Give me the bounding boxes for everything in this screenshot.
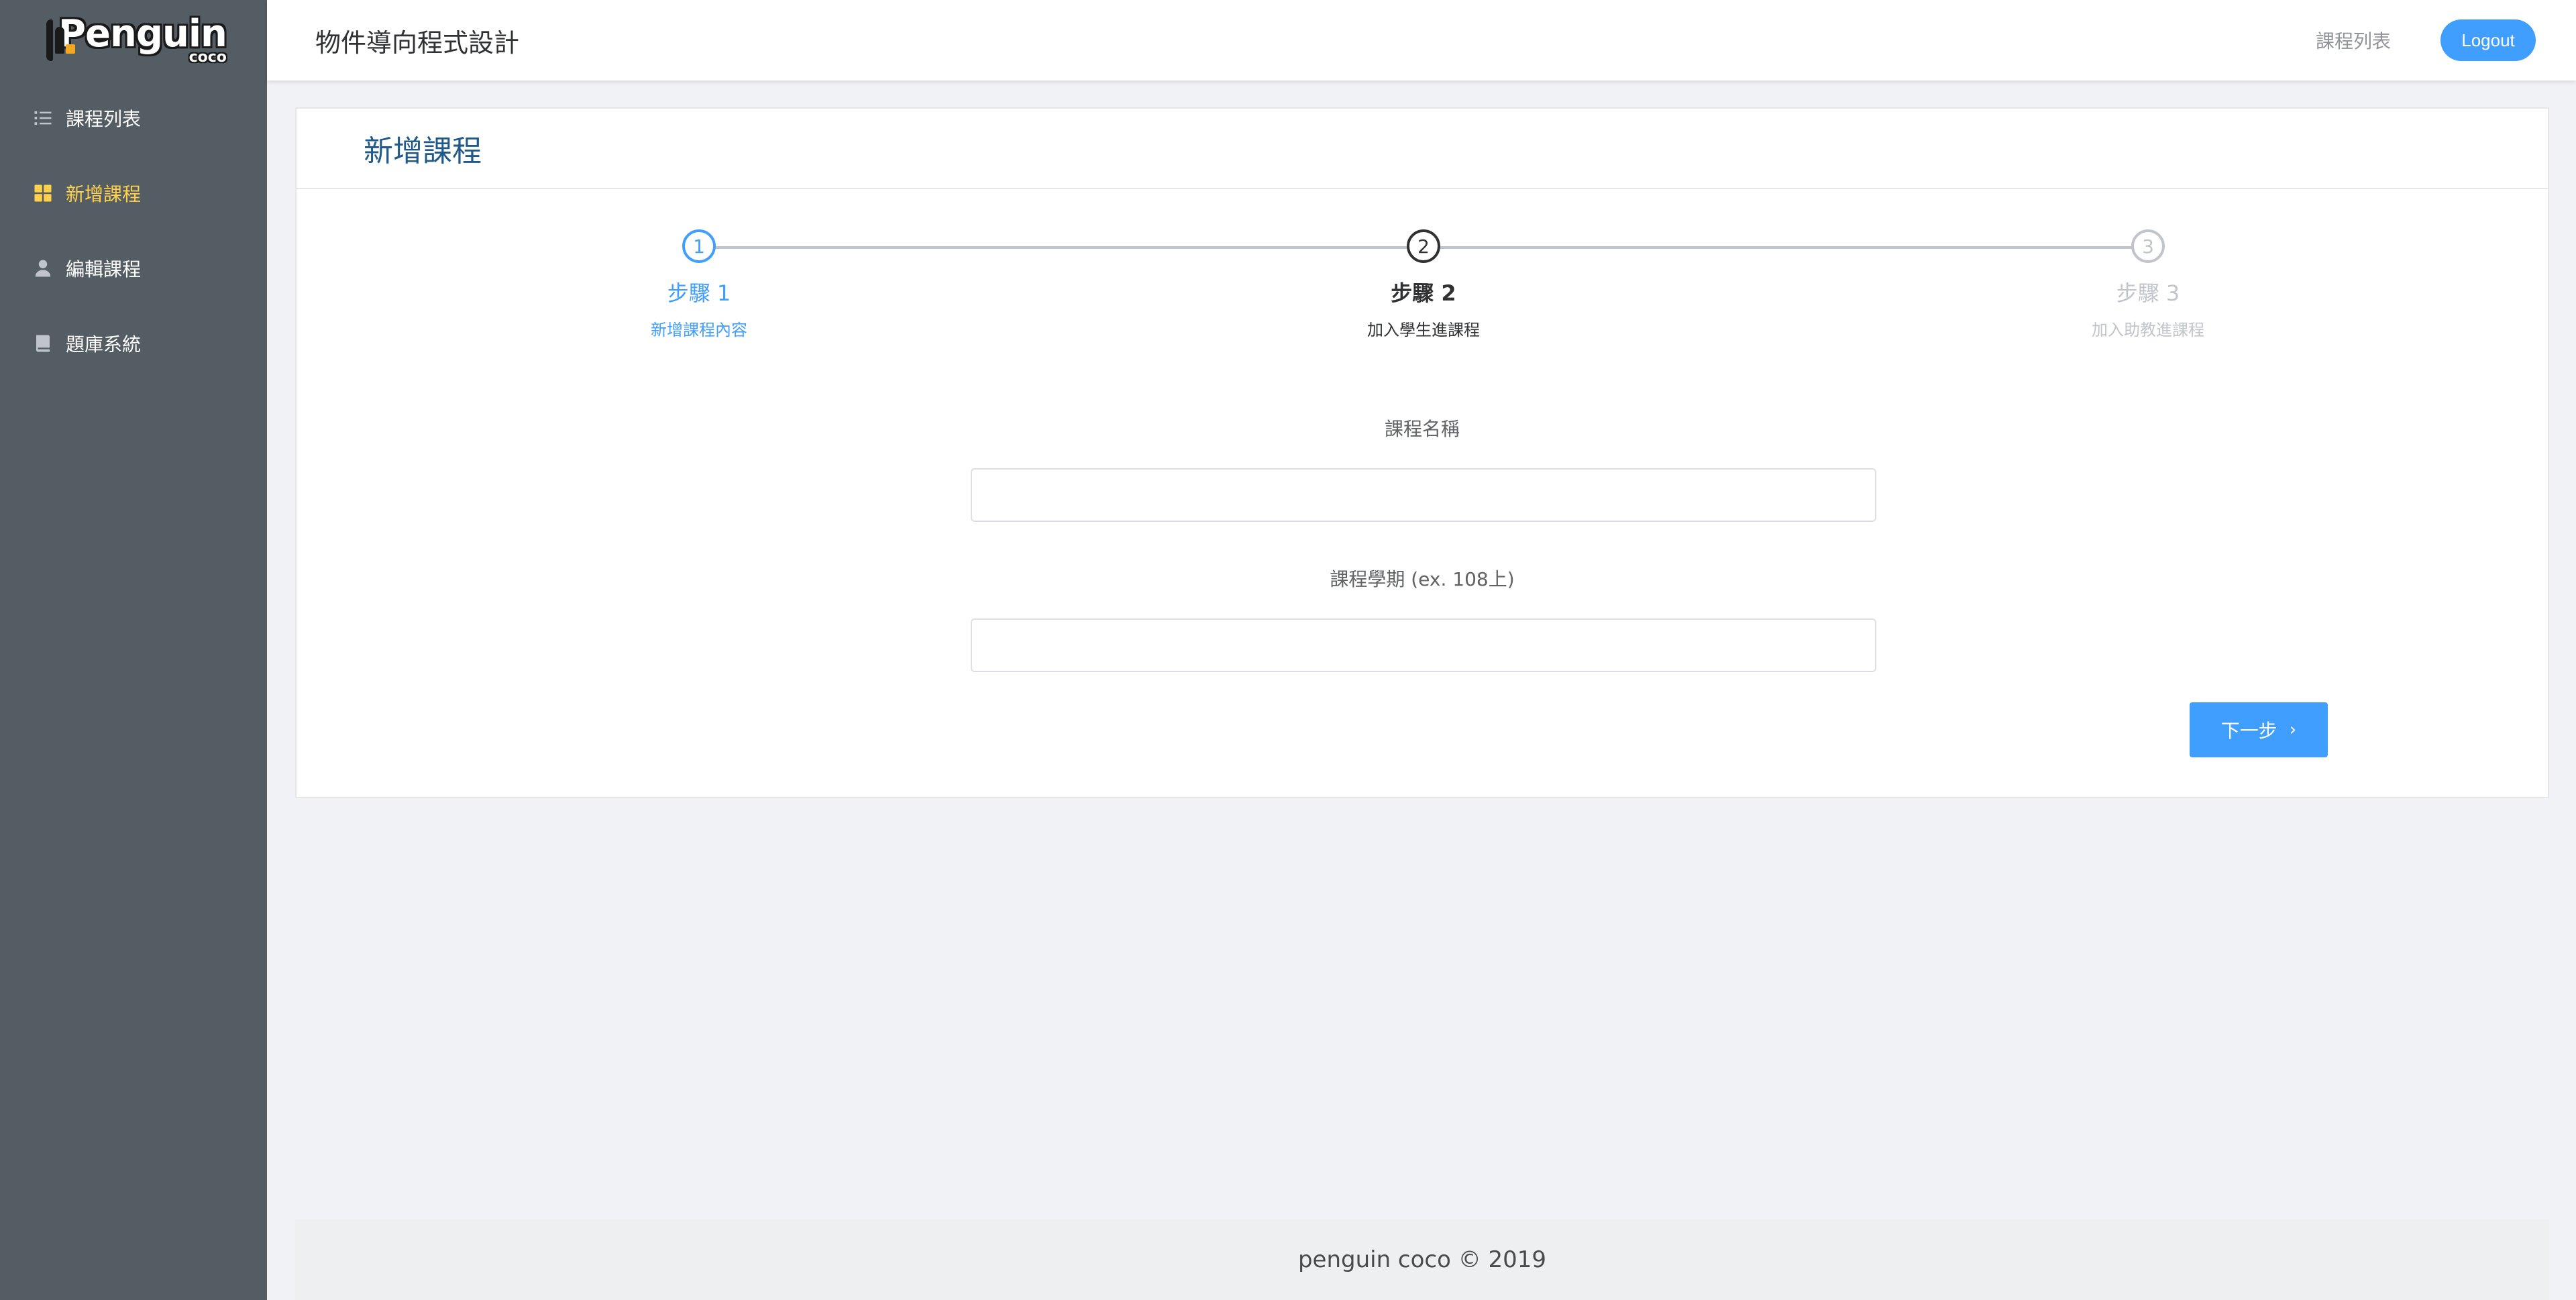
sidebar-item-edit-course[interactable]: 編輯課程 — [0, 231, 267, 306]
card-header: 新增課程 — [297, 109, 2548, 189]
logo-subtitle: coco — [189, 49, 227, 66]
grid-icon — [32, 182, 54, 204]
sidebar-menu: 課程列表 新增課程 編輯課程 題庫系統 — [0, 80, 267, 381]
step-description: 加入助教進課程 — [2092, 321, 2204, 339]
step-description: 新增課程內容 — [651, 321, 747, 339]
step-number: 1 — [682, 229, 716, 263]
step-3: 3 步驟 3 加入助教進課程 — [2047, 229, 2249, 340]
top-header: 物件導向程式設計 課程列表 Logout — [267, 0, 2576, 80]
sidebar-item-add-course[interactable]: 新增課程 — [0, 156, 267, 231]
step-number: 3 — [2131, 229, 2165, 263]
logout-button[interactable]: Logout — [2440, 19, 2536, 61]
step-title: 步驟 3 — [2116, 280, 2180, 306]
step-description: 加入學生進課程 — [1367, 321, 1480, 339]
page-title: 物件導向程式設計 — [315, 28, 520, 58]
step-number: 2 — [1407, 229, 1440, 263]
sidebar-item-course-list[interactable]: 課程列表 — [0, 80, 267, 156]
next-step-button[interactable]: 下一步 › — [2190, 702, 2328, 757]
course-name-label: 課程名稱 — [1384, 418, 1460, 440]
steps: 1 步驟 1 新增課程內容 2 步驟 2 加入學生進課程 3 步驟 3 加入助教… — [297, 229, 2548, 340]
step-connector — [699, 246, 1424, 249]
sidebar-item-label: 課程列表 — [66, 108, 142, 130]
next-step-label: 下一步 — [2220, 720, 2277, 742]
logo[interactable]: Penguin coco — [0, 0, 267, 80]
sidebar-item-question-bank[interactable]: 題庫系統 — [0, 306, 267, 381]
step-title: 步驟 1 — [667, 280, 731, 306]
course-term-input[interactable] — [971, 618, 1876, 672]
footer: penguin coco © 2019 — [295, 1220, 2549, 1300]
sidebar-item-label: 題庫系統 — [66, 333, 142, 356]
step-title: 步驟 2 — [1391, 280, 1456, 306]
user-icon — [32, 258, 54, 279]
sidebar-item-label: 新增課程 — [66, 183, 142, 205]
add-course-card: 新增課程 1 步驟 1 新增課程內容 2 步驟 2 加入學生進課程 3 步驟 3… — [295, 107, 2549, 798]
step-2: 2 步驟 2 加入學生進課程 — [1323, 229, 1524, 340]
step-1: 1 步驟 1 新增課程內容 — [598, 229, 800, 340]
sidebar: Penguin coco 課程列表 新增課程 編輯課程 題庫系統 — [0, 0, 267, 1300]
chevron-right-icon: › — [2289, 720, 2297, 740]
footer-text: penguin coco © 2019 — [1297, 1246, 1547, 1273]
step-connector — [1424, 246, 2148, 249]
penguin-coco-logo: Penguin coco — [46, 15, 227, 66]
list-icon — [32, 107, 54, 129]
book-icon — [32, 333, 54, 354]
logo-title: Penguin — [58, 12, 227, 56]
course-list-link[interactable]: 課程列表 — [2316, 27, 2391, 54]
course-name-input[interactable] — [971, 468, 1876, 522]
course-term-label: 課程學期 (ex. 108上) — [1330, 568, 1515, 590]
card-title: 新增課程 — [364, 134, 482, 168]
penguin-logo-icon — [46, 19, 75, 61]
sidebar-item-label: 編輯課程 — [66, 258, 142, 280]
